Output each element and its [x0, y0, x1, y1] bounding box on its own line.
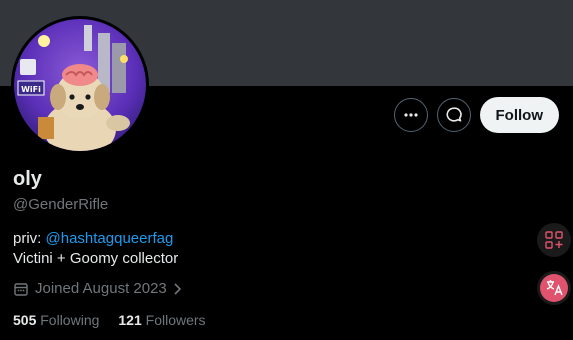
- more-horizontal-icon: [403, 113, 418, 117]
- more-button[interactable]: [393, 98, 428, 132]
- followers-label: Followers: [145, 312, 206, 328]
- display-name: oly: [13, 168, 42, 190]
- message-button[interactable]: [436, 98, 471, 132]
- joined-date[interactable]: Joined August 2023: [13, 280, 183, 297]
- joined-text: Joined August 2023: [35, 280, 167, 297]
- translate-tool-button[interactable]: [537, 271, 571, 305]
- bio-line-1: priv: @hashtagqueerfag: [13, 229, 178, 249]
- following-label: Following: [40, 312, 100, 328]
- bio-line-2: Victini + Goomy collector: [13, 250, 179, 267]
- apps-grid-icon: [545, 231, 563, 249]
- profile-avatar[interactable]: WiFi: [11, 16, 149, 154]
- chevron-right-icon: [174, 282, 181, 295]
- following-stat[interactable]: 505 Following: [13, 312, 99, 328]
- svg-text:WiFi: WiFi: [21, 85, 41, 94]
- follow-button[interactable]: Follow: [479, 97, 559, 133]
- profile-bio: priv: @hashtagqueerfag Victini + Goomy c…: [13, 229, 178, 269]
- avatar-image: WiFi: [14, 19, 146, 151]
- profile-page: WiFi Follow oly @GenderRifle priv: @hash…: [0, 0, 573, 340]
- bio-mention-link[interactable]: @hashtagqueerfag: [46, 230, 174, 247]
- followers-stat[interactable]: 121 Followers: [118, 312, 205, 328]
- translate-icon: [540, 274, 568, 302]
- wifi-sticker: WiFi: [17, 80, 45, 96]
- follow-stats: 505 Following 121 Followers: [13, 312, 206, 328]
- user-handle: @GenderRifle: [13, 196, 109, 213]
- browser-side-tools: [537, 223, 571, 305]
- followers-count: 121: [118, 312, 142, 328]
- chat-bubble-icon: [445, 107, 462, 122]
- profile-actions: Follow: [393, 97, 559, 133]
- bio-prefix: priv:: [13, 230, 46, 247]
- apps-tool-button[interactable]: [537, 223, 571, 257]
- following-count: 505: [13, 312, 37, 328]
- calendar-icon: [14, 282, 28, 296]
